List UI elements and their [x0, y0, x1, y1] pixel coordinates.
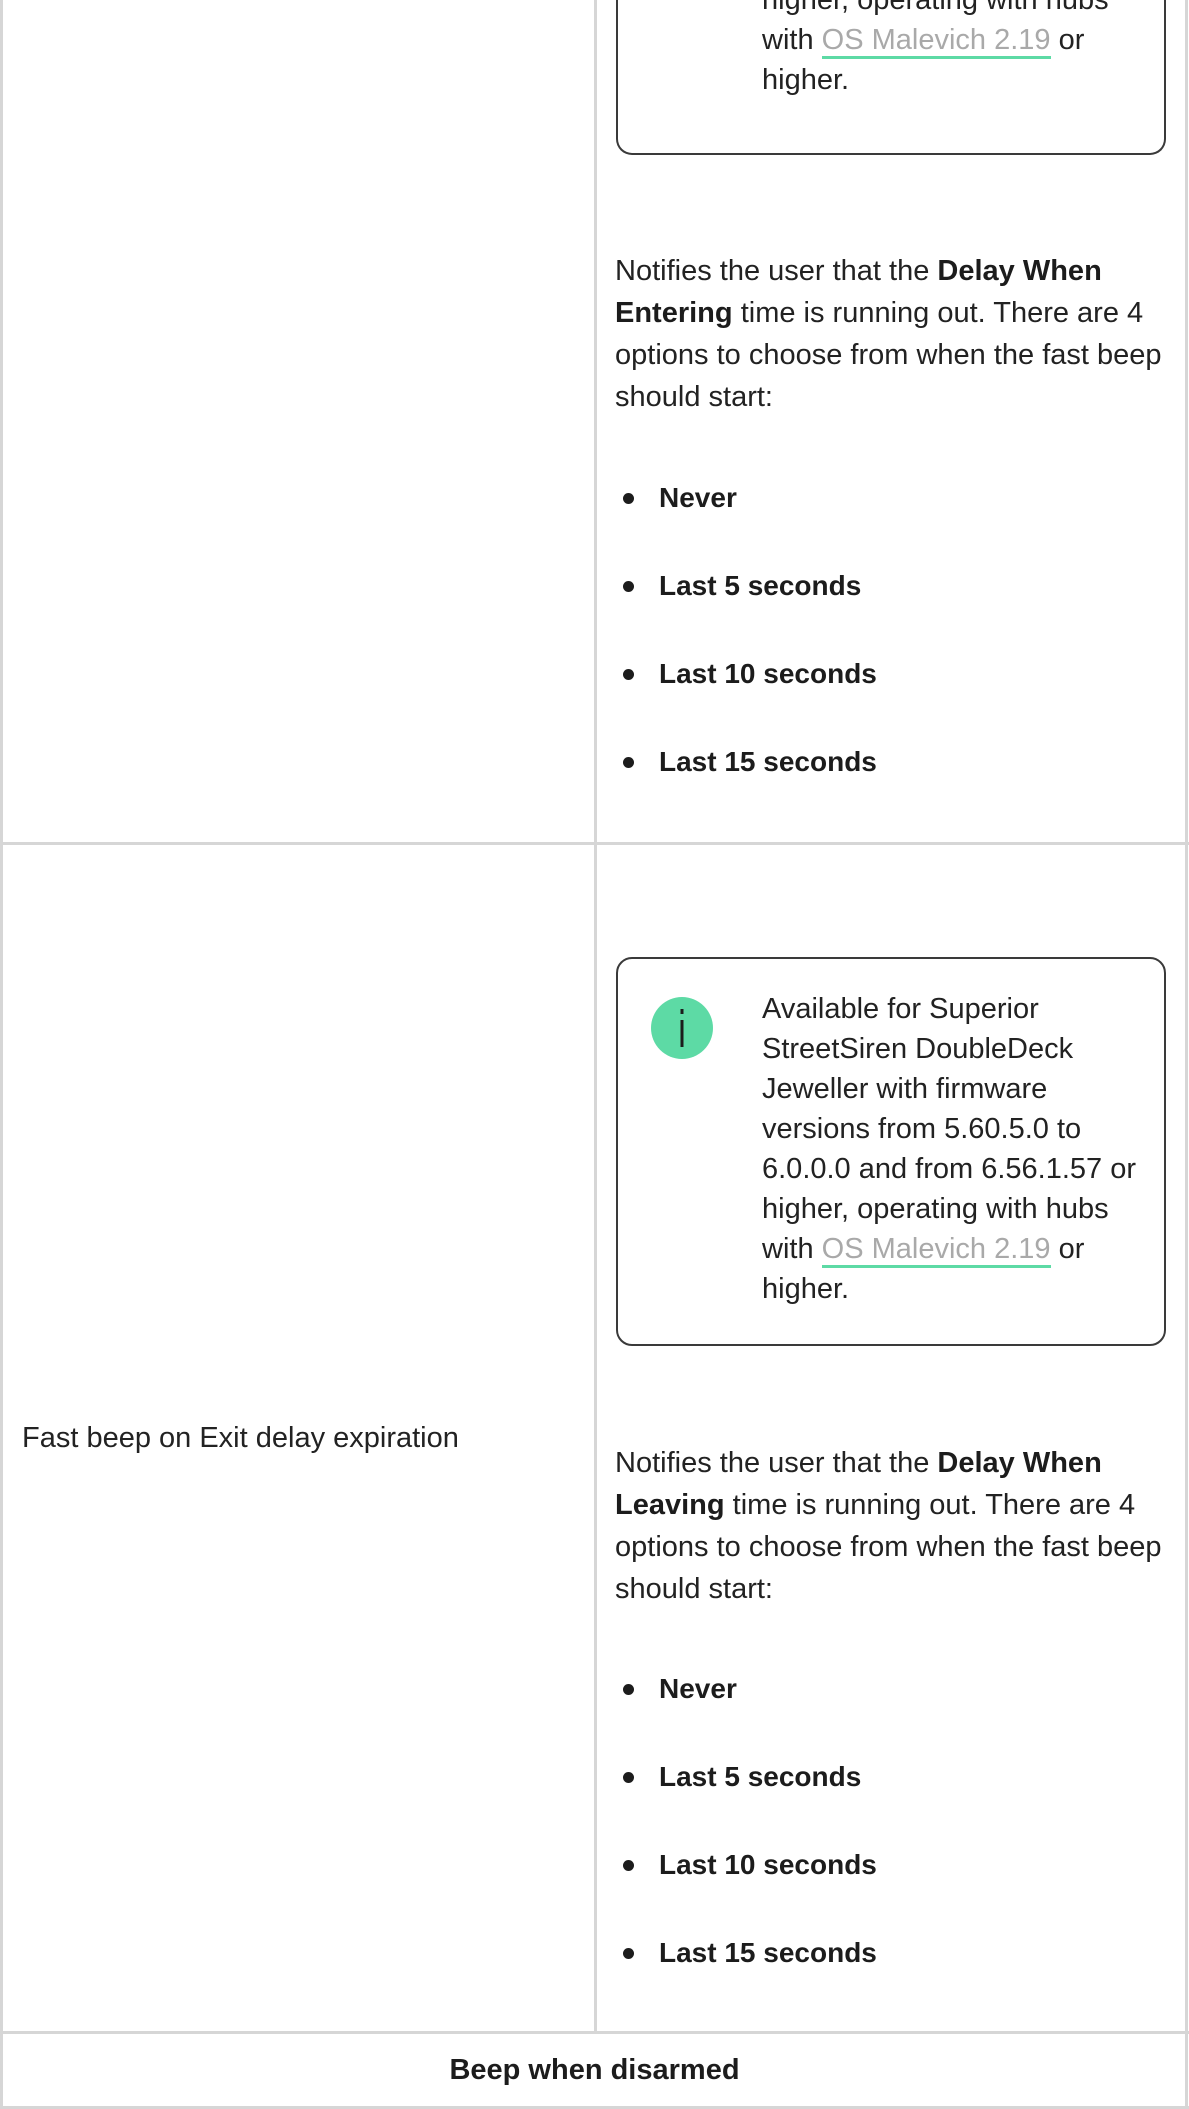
info-note-text: Available for Superior StreetSiren Doubl… — [762, 993, 1137, 1305]
list-item: Last 15 seconds — [615, 1933, 1175, 2021]
list-item: Last 10 seconds — [615, 654, 1175, 742]
row-divider — [0, 842, 1189, 845]
info-note: higher, operating with hubs with OS Male… — [616, 0, 1166, 155]
exit-description: Notifies the user that the Delay When Le… — [615, 1447, 1162, 1605]
list-item: Never — [615, 1669, 1175, 1757]
entry-description: Notifies the user that the Delay When En… — [615, 255, 1162, 413]
info-note: Available for Superior StreetSiren Doubl… — [616, 957, 1166, 1346]
list-item: Last 5 seconds — [615, 1757, 1175, 1845]
section-title: Beep when disarmed — [449, 2054, 740, 2086]
entry-options-list: Never Last 5 seconds Last 10 seconds Las… — [615, 478, 1175, 830]
list-item: Last 15 seconds — [615, 742, 1175, 830]
column-divider — [594, 0, 597, 2034]
info-icon — [651, 997, 713, 1059]
note-line: higher. — [762, 64, 850, 96]
settings-table: higher, operating with hubs with OS Male… — [0, 0, 1189, 2109]
os-malevich-link[interactable]: OS Malevich 2.19 — [821, 1233, 1051, 1268]
os-malevich-link[interactable]: OS Malevich 2.19 — [821, 24, 1051, 59]
list-item: Never — [615, 478, 1175, 566]
note-line: with OS Malevich 2.19 or — [762, 20, 1140, 60]
table-border-left — [0, 0, 3, 2109]
list-item: Last 5 seconds — [615, 566, 1175, 654]
parameter-name: Fast beep on Exit delay expiration — [22, 1422, 459, 1454]
row-divider — [0, 2031, 1189, 2034]
list-item: Last 10 seconds — [615, 1845, 1175, 1933]
info-note-text: higher, operating with hubs with OS Male… — [762, 0, 1140, 100]
exit-options-list: Never Last 5 seconds Last 10 seconds Las… — [615, 1669, 1175, 2021]
note-line: higher, operating with hubs — [762, 0, 1109, 16]
table-border-right — [1185, 0, 1188, 2109]
